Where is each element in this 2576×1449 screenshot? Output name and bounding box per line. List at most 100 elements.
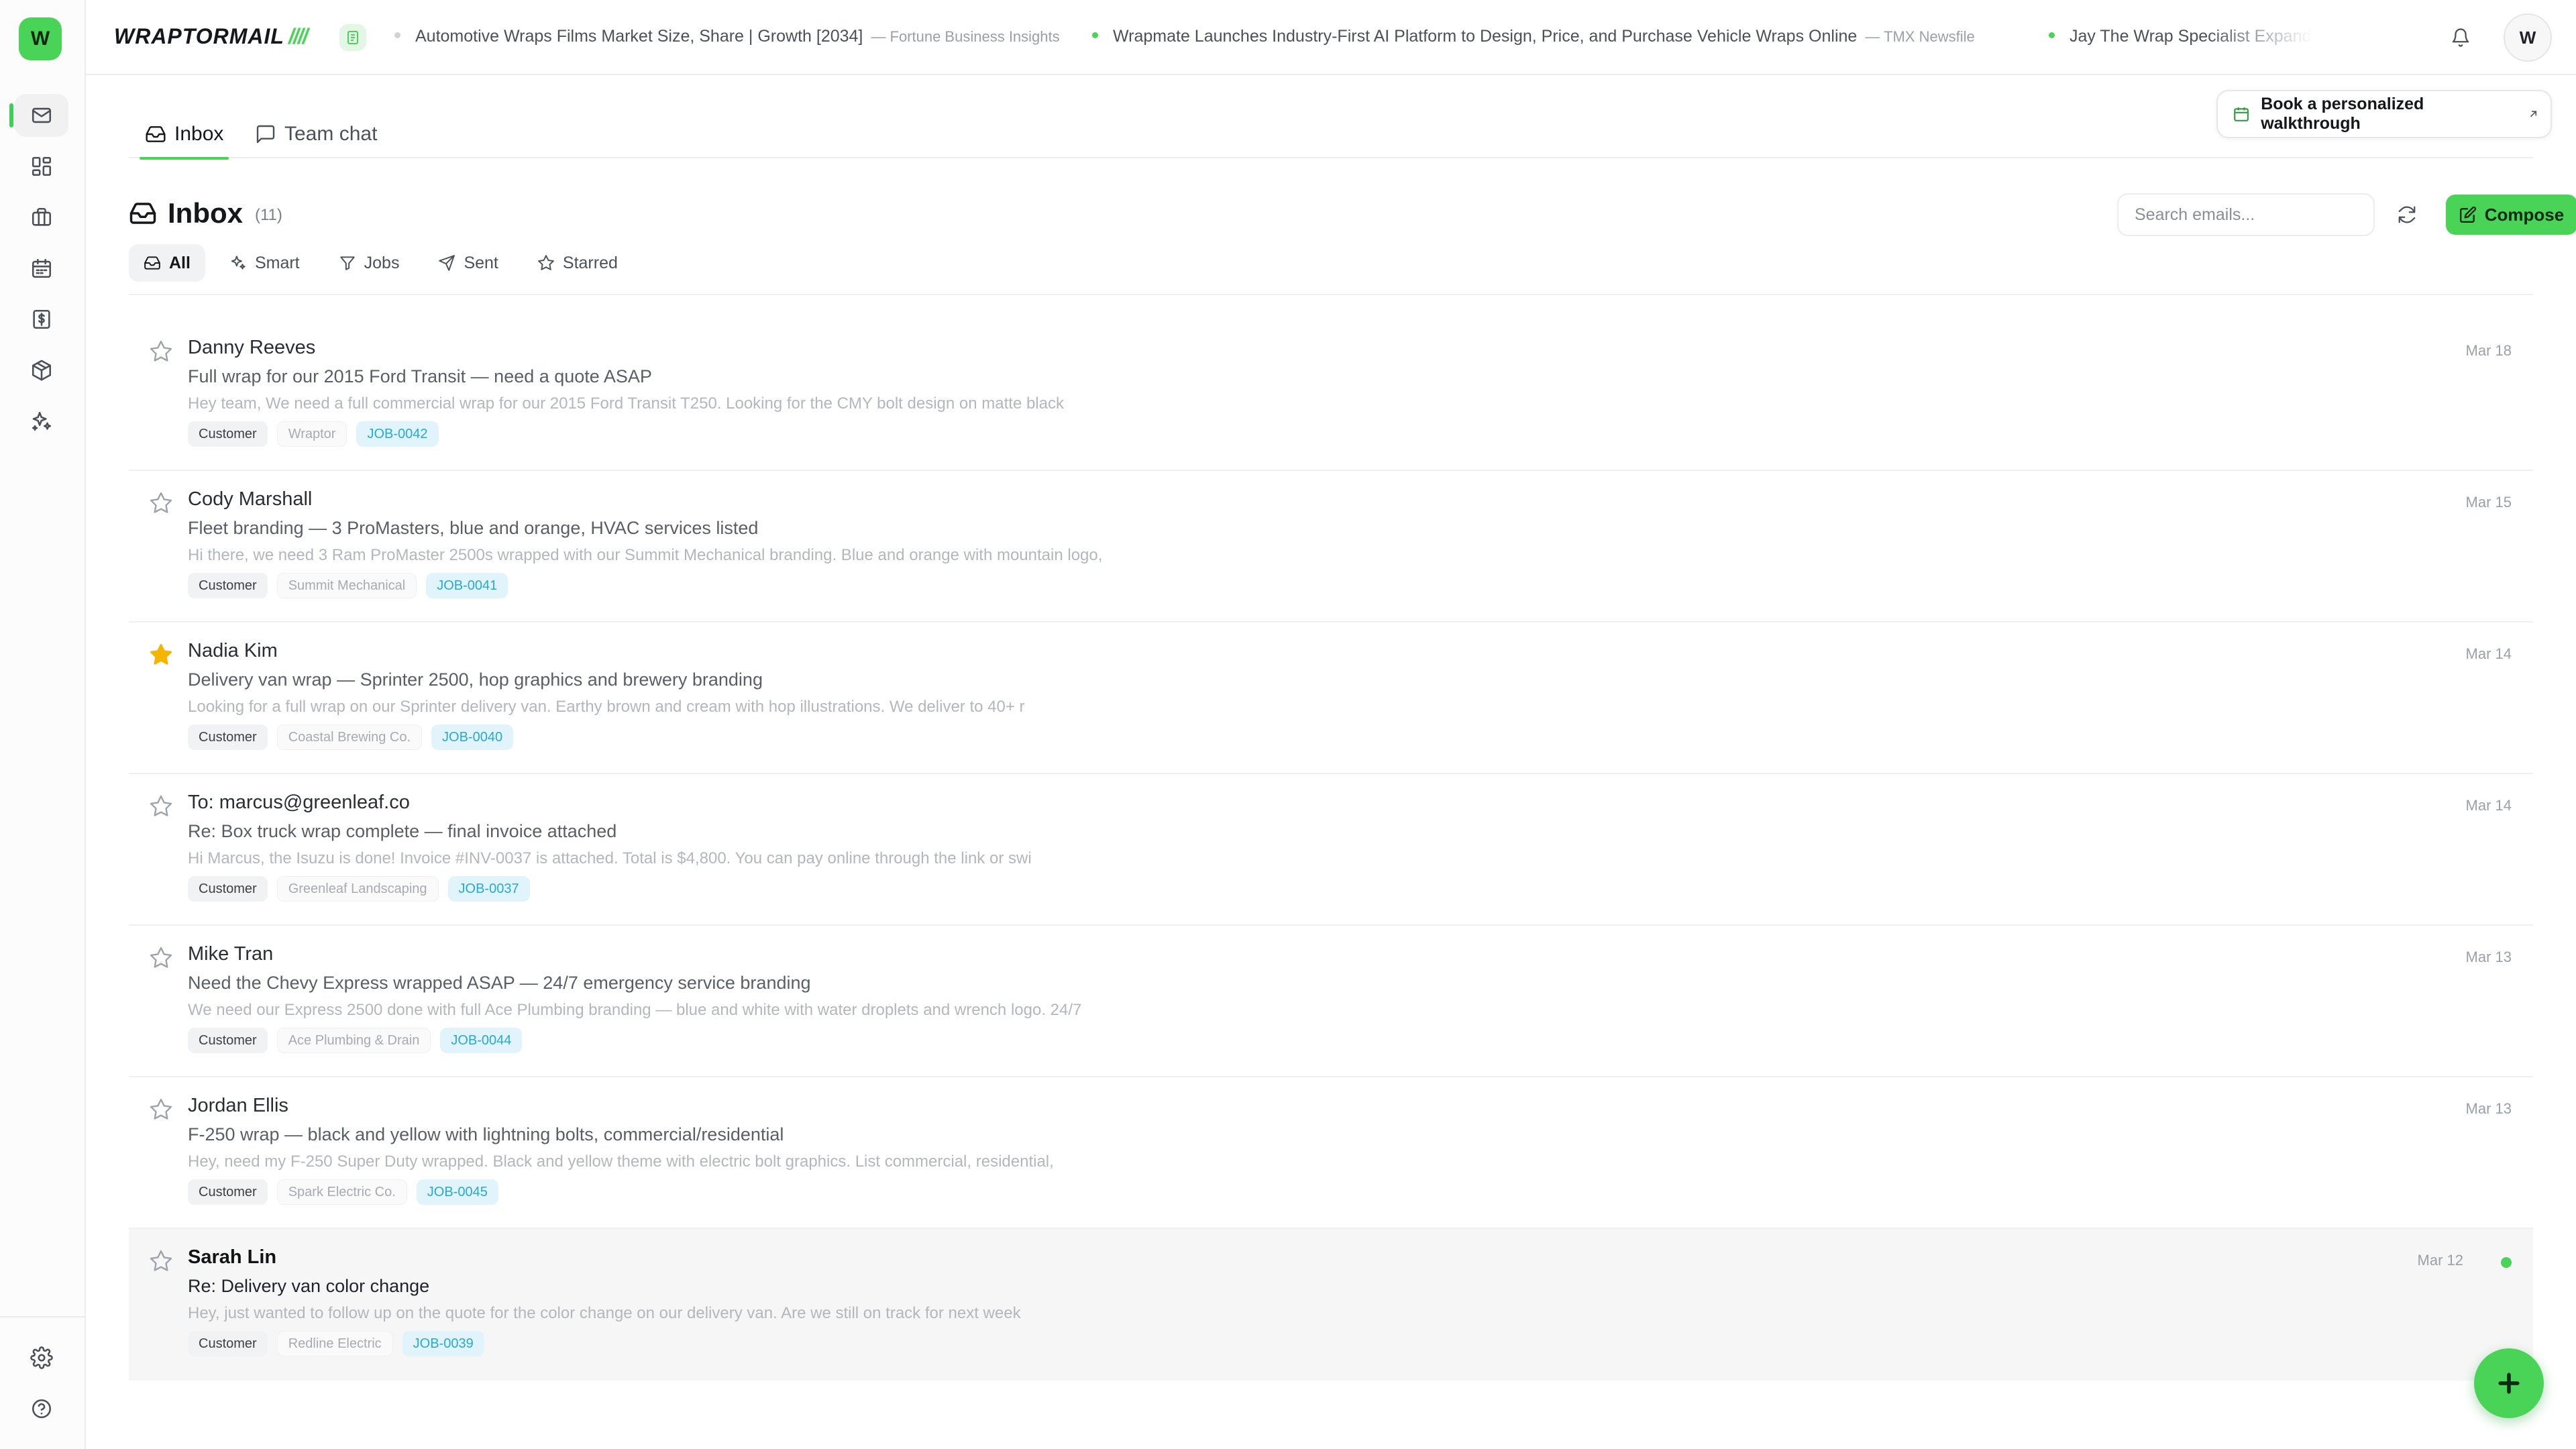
star-filled-icon <box>150 643 172 665</box>
document-icon <box>347 31 358 44</box>
filter-all[interactable]: All <box>129 244 205 282</box>
email-tags: Customer Spark Electric Co. JOB-0045 <box>188 1179 498 1205</box>
job-tag[interactable]: JOB-0039 <box>402 1331 484 1356</box>
tab-inbox[interactable]: Inbox <box>140 113 229 160</box>
email-date: Mar 14 <box>2465 797 2512 814</box>
job-tag[interactable]: JOB-0041 <box>426 573 508 598</box>
rail-inventory[interactable] <box>15 349 68 392</box>
refresh-icon <box>2398 206 2416 223</box>
search-input[interactable] <box>2117 193 2375 236</box>
email-row[interactable]: Danny Reeves Full wrap for our 2015 Ford… <box>129 319 2533 471</box>
bell-icon <box>2452 28 2469 47</box>
mail-icon <box>32 107 52 123</box>
star-toggle[interactable] <box>149 339 173 364</box>
rail-jobs[interactable] <box>15 196 68 239</box>
filter-starred[interactable]: Starred <box>523 244 633 282</box>
job-tag[interactable]: JOB-0045 <box>416 1179 498 1205</box>
filter-label: Starred <box>562 253 618 272</box>
funnel-icon <box>339 256 355 270</box>
inbox-icon <box>146 126 166 142</box>
star-toggle[interactable] <box>149 1249 173 1273</box>
job-tag[interactable]: JOB-0037 <box>447 876 530 902</box>
rail-calendar[interactable] <box>15 247 68 290</box>
email-subject: F-250 wrap — black and yellow with light… <box>188 1124 784 1144</box>
email-preview: Hey, just wanted to follow up on the quo… <box>188 1304 1021 1322</box>
chat-icon <box>256 125 275 144</box>
compose-button[interactable]: Compose <box>2446 195 2576 235</box>
inbox-icon <box>144 256 160 270</box>
external-arrow-icon <box>2530 111 2537 117</box>
email-preview: Hi there, we need 3 Ram ProMaster 2500s … <box>188 546 1103 564</box>
email-date: Mar 18 <box>2465 342 2512 359</box>
rail-dashboard[interactable] <box>15 145 68 188</box>
email-row[interactable]: Cody Marshall Fleet branding — 3 ProMast… <box>129 471 2533 623</box>
tab-label: Inbox <box>174 123 224 145</box>
star-toggle[interactable] <box>149 1097 173 1122</box>
app-logo[interactable]: W <box>19 17 62 60</box>
news-item[interactable]: Wrapmate Launches Industry-First AI Plat… <box>1092 27 1975 46</box>
brand-badge[interactable] <box>339 24 366 51</box>
book-walkthrough-button[interactable]: Book a personalized walkthrough <box>2216 90 2552 138</box>
left-rail: W <box>0 0 86 1449</box>
main-content: Inbox Team chat Book a personalized walk… <box>86 75 2576 1449</box>
tab-team-chat[interactable]: Team chat <box>250 113 382 156</box>
rail-mail[interactable] <box>9 94 68 137</box>
brand-logo[interactable]: WRAPTORMAIL//// <box>114 24 308 49</box>
contact-type-tag: Customer <box>188 1028 268 1053</box>
news-item[interactable]: Automotive Wraps Films Market Size, Shar… <box>394 27 1060 46</box>
star-toggle[interactable] <box>149 491 173 515</box>
dashboard-icon <box>32 156 52 176</box>
email-row[interactable]: Sarah Lin Re: Delivery van color change … <box>129 1229 2533 1381</box>
email-row[interactable]: Jordan Ellis F-250 wrap — black and yell… <box>129 1077 2533 1229</box>
rail-invoices[interactable] <box>15 298 68 341</box>
news-dot <box>1092 32 1098 38</box>
email-preview: Hey team, We need a full commercial wrap… <box>188 394 1064 413</box>
inbox-icon <box>129 203 156 224</box>
rail-ai[interactable] <box>15 400 68 443</box>
filter-divider <box>129 294 2533 295</box>
notifications-button[interactable] <box>2446 23 2475 52</box>
email-sender: Sarah Lin <box>188 1246 277 1268</box>
user-avatar[interactable]: W <box>2504 13 2552 62</box>
email-row[interactable]: Nadia Kim Delivery van wrap — Sprinter 2… <box>129 623 2533 774</box>
star-icon <box>150 1098 172 1120</box>
filter-label: All <box>169 253 191 272</box>
job-tag[interactable]: JOB-0040 <box>431 724 514 750</box>
email-subject: Fleet branding — 3 ProMasters, blue and … <box>188 518 759 538</box>
email-tags: Customer Redline Electric JOB-0039 <box>188 1331 484 1356</box>
compose-icon <box>2459 206 2476 223</box>
star-toggle[interactable] <box>149 643 173 667</box>
email-row[interactable]: Mike Tran Need the Chevy Express wrapped… <box>129 926 2533 1077</box>
company-tag: Greenleaf Landscaping <box>276 876 439 902</box>
gear-icon <box>30 1346 53 1369</box>
email-row[interactable]: To: marcus@greenleaf.co Re: Box truck wr… <box>129 774 2533 926</box>
filter-sent[interactable]: Sent <box>423 244 513 282</box>
help-icon <box>32 1399 52 1419</box>
rail-help[interactable] <box>15 1387 68 1430</box>
email-sender: To: marcus@greenleaf.co <box>188 792 410 813</box>
email-sender: Cody Marshall <box>188 488 313 510</box>
star-icon <box>150 340 172 362</box>
email-preview: We need our Express 2500 done with full … <box>188 1001 1082 1019</box>
email-date: Mar 15 <box>2465 494 2512 511</box>
send-icon <box>439 255 455 271</box>
refresh-button[interactable] <box>2390 197 2424 232</box>
filter-jobs[interactable]: Jobs <box>324 244 415 282</box>
sparkles-icon <box>32 411 52 431</box>
star-icon <box>150 947 172 968</box>
filter-smart[interactable]: Smart <box>215 244 315 282</box>
rail-settings[interactable] <box>15 1336 68 1379</box>
top-bar: WRAPTORMAIL//// Automotive Wraps Films M… <box>86 0 2576 75</box>
calendar-icon <box>32 258 52 278</box>
email-date: Mar 13 <box>2465 1100 2512 1117</box>
email-sender: Danny Reeves <box>188 337 316 358</box>
job-tag[interactable]: JOB-0042 <box>356 421 439 447</box>
news-dot <box>394 32 400 38</box>
star-toggle[interactable] <box>149 946 173 970</box>
new-item-fab[interactable] <box>2474 1348 2544 1418</box>
star-toggle[interactable] <box>149 794 173 818</box>
contact-type-tag: Customer <box>188 876 268 902</box>
email-preview: Hi Marcus, the Isuzu is done! Invoice #I… <box>188 849 1032 867</box>
walkthrough-label: Book a personalized walkthrough <box>2261 95 2424 133</box>
job-tag[interactable]: JOB-0044 <box>440 1028 523 1053</box>
